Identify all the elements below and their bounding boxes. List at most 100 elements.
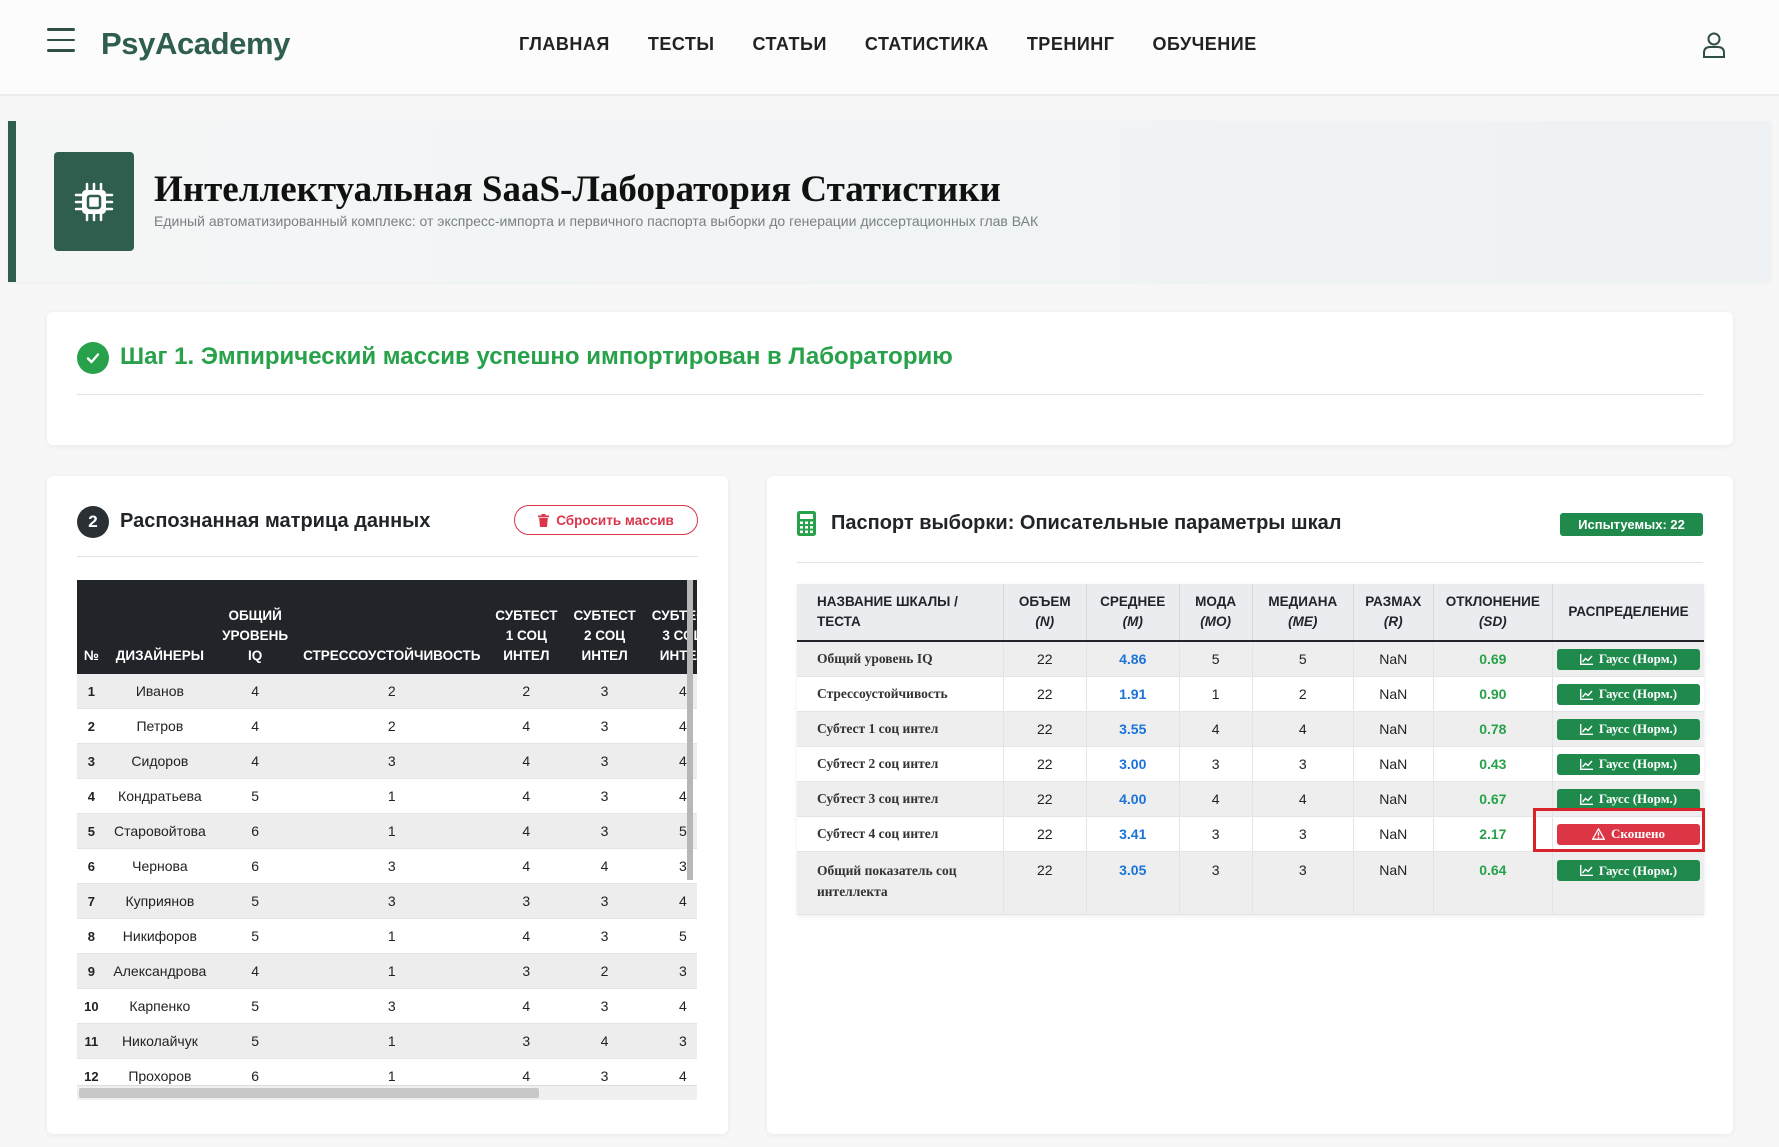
row-number: 9 [77,953,106,989]
distribution-normal-badge[interactable]: Гаусс (Норм.) [1557,788,1700,810]
table-cell: 3 [565,708,644,744]
table-row: Субтест 3 соц интел 22 4.00 4 4 NaN 0.67 Гаусс … [797,781,1704,817]
median-value: 3 [1251,746,1354,782]
hamburger-menu-icon[interactable] [47,28,75,52]
sd-value: 0.67 [1432,781,1553,817]
distribution-cell: Скошено [1552,816,1704,852]
median-value: 2 [1251,676,1354,712]
chip-icon [54,152,134,251]
reset-array-button[interactable]: Сбросить массив [514,505,698,535]
trash-icon [538,513,550,527]
chart-line-icon [1579,865,1593,876]
column-header-mode: МОДА (MO) [1178,584,1253,642]
chart-line-icon [1579,758,1593,770]
nav-item-training[interactable]: ТРЕНИНГ [1027,34,1115,55]
subjects-count-badge: Испытуемых: 22 [1560,513,1703,536]
data-matrix-body: 1 Иванов 4 2 2 3 4 2 Петров 4 2 4 3 4 3 Сидоров 4 3 4 3 4 4 Ко… [77,674,697,1094]
nav-item-home[interactable]: ГЛАВНАЯ [519,34,610,55]
median-value: 4 [1251,711,1354,747]
table-cell: 3 [565,674,644,709]
table-cell: 3 [565,813,644,849]
median-value: 3 [1251,851,1354,915]
row-number: 1 [77,674,106,709]
table-row: Субтест 1 соц интел 22 3.55 4 4 NaN 0.78 Гаусс … [797,711,1704,747]
logo[interactable]: PsyAcademy [101,26,290,62]
table-cell: Иванов [105,674,214,709]
mode-value: 4 [1178,711,1253,747]
mean-value: 1.91 [1085,676,1180,712]
sd-value: 0.64 [1432,851,1553,915]
distribution-normal-badge[interactable]: Гаусс (Норм.) [1557,648,1700,670]
range-value: NaN [1352,781,1434,817]
table-row: 6 Чернова 6 3 4 4 3 [77,848,697,884]
table-cell: 3 [296,743,488,779]
mode-value: 4 [1178,781,1253,817]
distribution-label: Гаусс (Норм.) [1598,791,1678,806]
warning-icon [1592,828,1606,840]
vertical-scrollbar[interactable] [687,580,693,880]
range-value: NaN [1352,711,1434,747]
scale-name: Субтест 4 соц интел [797,816,1004,852]
distribution-normal-badge[interactable]: Гаусс (Норм.) [1557,683,1700,705]
calculator-icon [797,511,816,536]
table-cell: 4 [487,918,566,954]
table-row: 9 Александрова 4 1 3 2 3 [77,953,697,989]
divider [797,562,1703,563]
distribution-skewed-badge[interactable]: Скошено [1557,823,1700,845]
scale-name: Субтест 3 соц интел [797,781,1004,817]
table-cell: 3 [487,883,566,919]
nav-item-statistics[interactable]: СТАТИСТИКА [865,34,989,55]
mode-value: 1 [1178,676,1253,712]
table-cell: 4 [213,674,297,709]
table-row: 3 Сидоров 4 3 4 3 4 [77,743,697,779]
hero-banner: Интеллектуальная SaaS-Лаборатория Статис… [8,121,1771,282]
column-header: СУБТЕСТ 1 СОЦ ИНТЕЛ [487,580,566,674]
sd-value: 0.78 [1432,711,1553,747]
table-cell: 1 [296,953,488,989]
range-value: NaN [1352,816,1434,852]
distribution-normal-badge[interactable]: Гаусс (Норм.) [1557,860,1700,881]
table-cell: 1 [296,1023,488,1059]
mean-value: 4.00 [1085,781,1180,817]
table-cell: 4 [487,848,566,884]
column-header-median: МЕДИАНА (ME) [1251,584,1354,642]
median-value: 4 [1251,781,1354,817]
row-number: 11 [77,1023,106,1059]
table-header-row: НАЗВАНИЕ ШКАЛЫ / ТЕСТА ОБЪЕМ (N) СРЕДНЕЕ (M… [797,584,1704,642]
table-cell: 5 [213,988,297,1024]
row-number: 10 [77,988,106,1024]
distribution-label: Гаусс (Норм.) [1598,651,1678,666]
distribution-label: Гаусс (Норм.) [1598,721,1678,736]
user-icon[interactable] [1702,32,1726,58]
data-matrix-scroll[interactable]: № ДИЗАЙНЕРЫ ОБЩИЙ УРОВЕНЬ IQ СТРЕССОУСТО… [77,580,697,1105]
distribution-cell: Гаусс (Норм.) [1552,851,1704,915]
distribution-normal-badge[interactable]: Гаусс (Норм.) [1557,753,1700,775]
nav-item-tests[interactable]: ТЕСТЫ [648,34,715,55]
distribution-normal-badge[interactable]: Гаусс (Норм.) [1557,718,1700,740]
mean-value: 4.86 [1085,641,1180,677]
table-cell: Карпенко [105,988,214,1024]
passport-title: Паспорт выборки: Описательные параметры … [831,512,1342,534]
mode-value: 3 [1178,851,1253,915]
distribution-label: Гаусс (Норм.) [1598,756,1678,771]
table-header-row: № ДИЗАЙНЕРЫ ОБЩИЙ УРОВЕНЬ IQ СТРЕССОУСТО… [77,580,697,674]
column-header: ДИЗАЙНЕРЫ [105,580,214,674]
table-cell: Александрова [105,953,214,989]
horizontal-scrollbar-thumb[interactable] [79,1088,539,1098]
table-cell: 4 [565,1023,644,1059]
nav-item-education[interactable]: ОБУЧЕНИЕ [1152,34,1256,55]
table-cell: Николайчук [105,1023,214,1059]
reset-array-label: Сбросить массив [556,512,674,528]
mode-value: 5 [1178,641,1253,677]
table-cell: 3 [296,883,488,919]
column-header-sd: ОТКЛОНЕНИЕ (SD) [1432,584,1553,642]
scale-name: Общий уровень IQ [797,641,1004,677]
chart-line-icon [1579,688,1593,700]
distribution-cell: Гаусс (Норм.) [1552,781,1704,817]
table-cell: 2 [296,708,488,744]
import-success-card: Шаг 1. Эмпирический массив успешно импор… [47,312,1733,445]
nav-item-articles[interactable]: СТАТЬИ [753,34,827,55]
table-cell: 4 [213,708,297,744]
page-subtitle: Единый автоматизированный комплекс: от э… [154,213,1039,229]
passport-table-wrap: НАЗВАНИЕ ШКАЛЫ / ТЕСТА ОБЪЕМ (N) СРЕДНЕЕ (M… [797,584,1704,915]
